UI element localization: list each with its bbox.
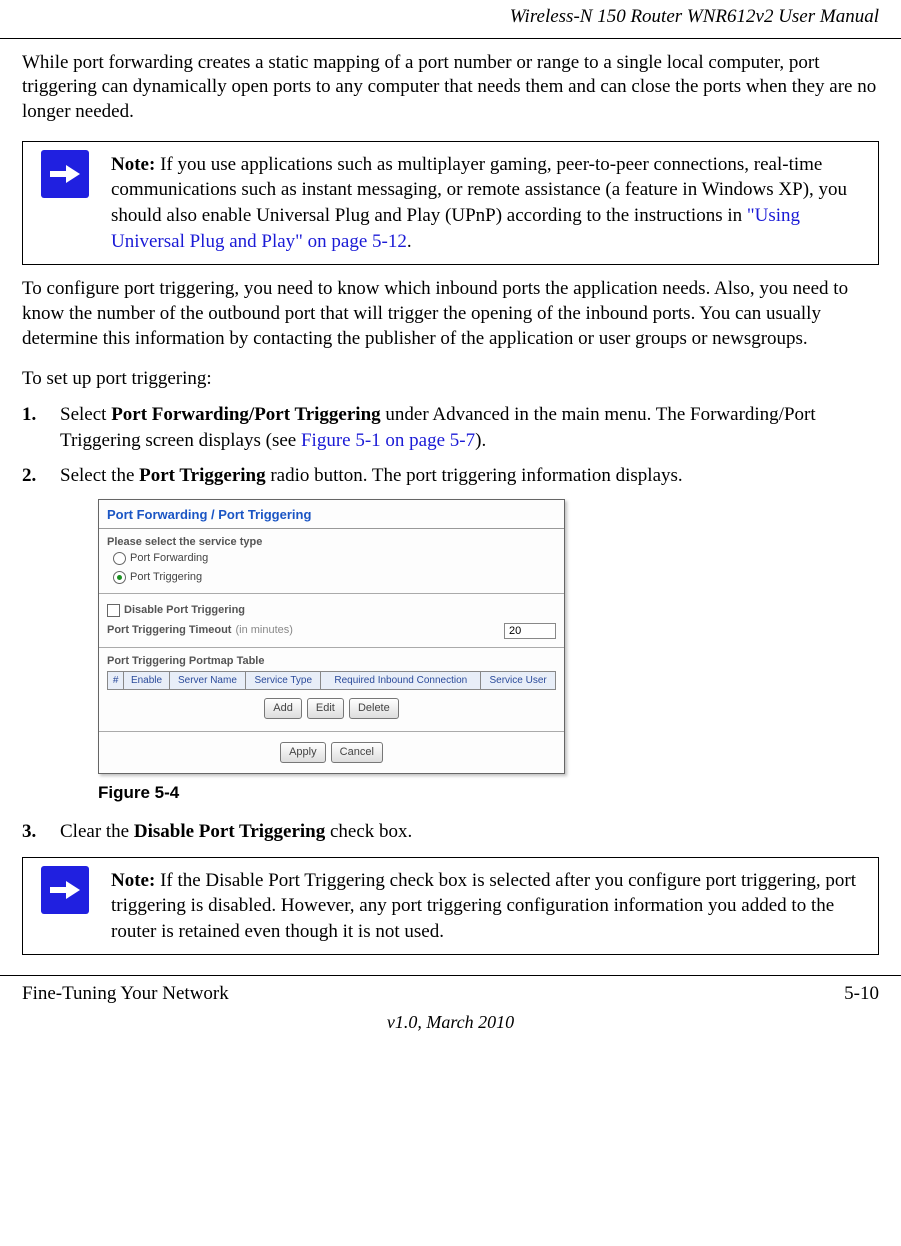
setup-paragraph: To set up port triggering: xyxy=(22,367,879,392)
th-server-name: Server Name xyxy=(169,671,246,690)
portmap-table: # Enable Server Name Service Type Requir… xyxy=(107,671,556,691)
step2-pre: Select the xyxy=(60,465,139,486)
step-2: 2. Select the Port Triggering radio butt… xyxy=(22,463,879,805)
step2-post: radio button. The port triggering inform… xyxy=(266,465,683,486)
step1-post: ). xyxy=(475,430,486,451)
cancel-button[interactable]: Cancel xyxy=(331,742,383,763)
note-label: Note: xyxy=(111,870,155,891)
note-text-1: Note: If you use applications such as mu… xyxy=(107,142,878,265)
note-box-2: Note: If the Disable Port Triggering che… xyxy=(22,857,879,956)
figure-link[interactable]: Figure 5-1 on page 5-7 xyxy=(301,430,475,451)
note1-text-b: . xyxy=(407,231,412,252)
step-3: 3. Clear the Disable Port Triggering che… xyxy=(22,819,879,845)
timeout-input[interactable] xyxy=(504,623,556,639)
radio-port-forwarding-label: Port Forwarding xyxy=(130,551,208,566)
header-title: Wireless-N 150 Router WNR612v2 User Manu… xyxy=(510,6,879,27)
edit-button[interactable]: Edit xyxy=(307,698,344,719)
page-footer: Fine-Tuning Your Network 5-10 xyxy=(0,975,901,1007)
step3-pre: Clear the xyxy=(60,821,134,842)
step-1: 1. Select Port Forwarding/Port Triggerin… xyxy=(22,402,879,453)
note-box-1: Note: If you use applications such as mu… xyxy=(22,141,879,266)
config-paragraph: To configure port triggering, you need t… xyxy=(22,277,879,351)
add-button[interactable]: Add xyxy=(264,698,302,719)
delete-button[interactable]: Delete xyxy=(349,698,399,719)
step1-pre: Select xyxy=(60,404,111,425)
arrow-right-icon xyxy=(41,150,89,198)
page-header: Wireless-N 150 Router WNR612v2 User Manu… xyxy=(0,0,901,39)
arrow-right-icon xyxy=(41,866,89,914)
note-label: Note: xyxy=(111,154,155,175)
radio-port-triggering[interactable] xyxy=(113,571,126,584)
ss-service-type-label: Please select the service type xyxy=(107,535,556,550)
step3-bold: Disable Port Triggering xyxy=(134,821,325,842)
footer-section: Fine-Tuning Your Network xyxy=(22,982,229,1007)
intro-paragraph: While port forwarding creates a static m… xyxy=(22,51,879,125)
note2-text: If the Disable Port Triggering check box… xyxy=(111,870,856,942)
disable-label: Disable Port Triggering xyxy=(124,603,245,618)
th-index: # xyxy=(108,671,124,690)
ss-title: Port Forwarding / Port Triggering xyxy=(99,500,564,529)
step-number: 2. xyxy=(22,463,36,489)
screenshot-port-triggering: Port Forwarding / Port Triggering Please… xyxy=(98,499,565,774)
checkbox-disable-port-triggering[interactable] xyxy=(107,604,120,617)
footer-page-number: 5-10 xyxy=(844,982,879,1007)
radio-port-forwarding[interactable] xyxy=(113,552,126,565)
step2-bold: Port Triggering xyxy=(139,465,265,486)
note-text-2: Note: If the Disable Port Triggering che… xyxy=(107,858,878,955)
timeout-label: Port Triggering Timeout xyxy=(107,623,231,638)
step-number: 3. xyxy=(22,819,36,845)
radio-port-triggering-label: Port Triggering xyxy=(130,570,202,585)
note1-text-a: If you use applications such as multipla… xyxy=(111,154,847,226)
th-enable: Enable xyxy=(124,671,169,690)
apply-button[interactable]: Apply xyxy=(280,742,326,763)
step1-bold: Port Forwarding/Port Triggering xyxy=(111,404,380,425)
step-number: 1. xyxy=(22,402,36,428)
figure-caption: Figure 5-4 xyxy=(98,782,879,805)
step3-post: check box. xyxy=(325,821,412,842)
th-service-type: Service Type xyxy=(246,671,321,690)
portmap-label: Port Triggering Portmap Table xyxy=(107,654,556,669)
footer-version: v1.0, March 2010 xyxy=(0,1007,901,1054)
timeout-unit: (in minutes) xyxy=(235,623,292,638)
th-service-user: Service User xyxy=(481,671,556,690)
th-required-inbound: Required Inbound Connection xyxy=(321,671,481,690)
